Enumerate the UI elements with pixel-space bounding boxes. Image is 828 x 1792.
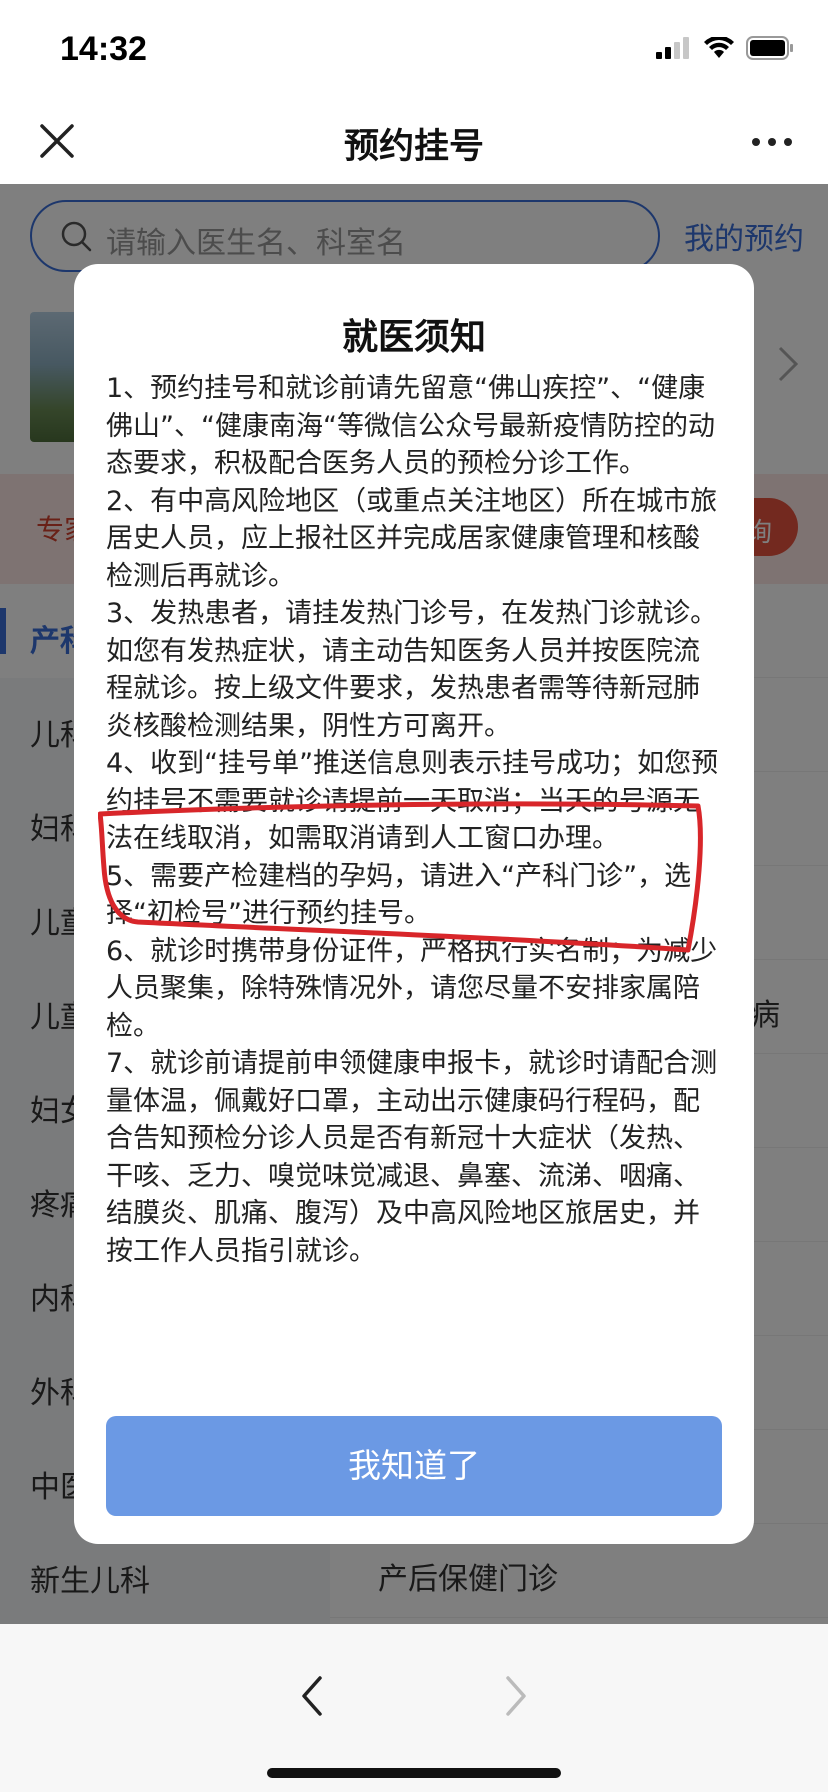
back-icon[interactable] xyxy=(298,1674,326,1718)
more-dot xyxy=(752,138,760,146)
page-title: 预约挂号 xyxy=(343,127,484,167)
confirm-button[interactable]: 我知道了 xyxy=(106,1416,722,1516)
forward-icon[interactable] xyxy=(502,1674,530,1718)
notice-item: 2、有中高风险地区（或重点关注地区）所在城市旅居史人员，应上报社区并完成居家健康… xyxy=(106,485,718,592)
cellular-signal-icon xyxy=(656,37,689,59)
notice-item: 6、就诊时携带身份证件，严格执行实名制；为减少人员聚集，除特殊情况外，请您尽量不… xyxy=(106,935,718,1042)
more-dot xyxy=(784,138,792,146)
bottom-toolbar xyxy=(0,1624,828,1792)
modal-title: 就医须知 xyxy=(341,317,486,358)
page: 14:32 预约挂号 就医须知 1、预约挂号和就诊前请先留意“佛山疾控”、“健康… xyxy=(0,0,828,1792)
more-icon[interactable] xyxy=(752,138,792,146)
notice-item: 3、发热患者，请挂发热门诊号，在发热门诊就诊。如您有发热症状，请主动告知医务人员… xyxy=(106,598,718,742)
wifi-icon xyxy=(704,37,734,58)
notice-item: 5、需要产检建档的孕妈，请进入“产科门诊”，选择“初检号”进行预约挂号。 xyxy=(106,860,692,930)
battery-icon xyxy=(746,36,793,60)
notice-item: 1、预约挂号和就诊前请先留意“佛山疾控”、“健康佛山”、“健康南海“等微信公众号… xyxy=(106,373,715,479)
notice-modal: 就医须知 1、预约挂号和就诊前请先留意“佛山疾控”、“健康佛山”、“健康南海“等… xyxy=(74,264,754,1544)
notice-body[interactable]: 1、预约挂号和就诊前请先留意“佛山疾控”、“健康佛山”、“健康南海“等微信公众号… xyxy=(106,370,722,1370)
home-indicator xyxy=(267,1768,561,1778)
more-dot xyxy=(768,138,776,146)
status-icons xyxy=(656,36,794,60)
notice-item: 4、收到“挂号单”推送信息则表示挂号成功；如您预约挂号不需要就诊请提前一天取消；… xyxy=(106,748,719,854)
status-bar: 14:32 xyxy=(0,0,828,100)
status-time: 14:32 xyxy=(60,30,147,68)
nav-bar: 预约挂号 xyxy=(0,100,828,184)
notice-item: 7、就诊前请提前申领健康申报卡，就诊时请配合测量体温，佩戴好口罩，主动出示健康码… xyxy=(106,1048,718,1267)
